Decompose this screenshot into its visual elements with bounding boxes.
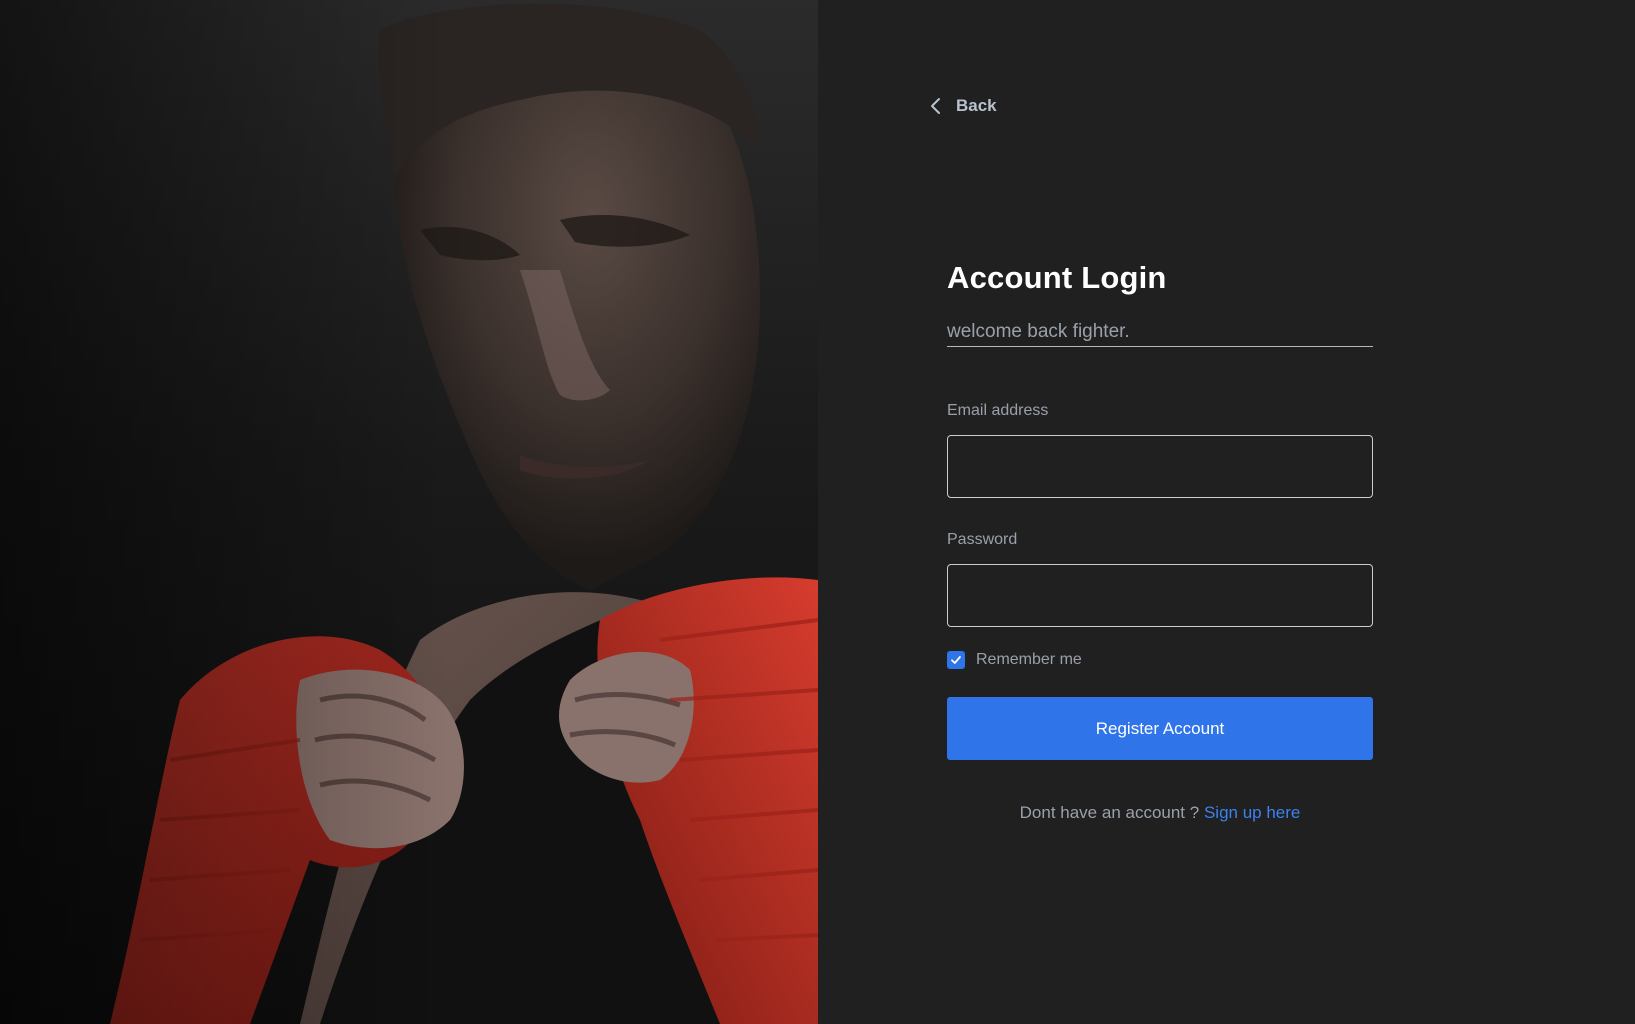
hero-image (0, 0, 818, 1024)
boxer-illustration (0, 0, 818, 1024)
signup-prompt: Dont have an account ? Sign up here (947, 803, 1373, 823)
remember-me-checkbox[interactable] (947, 651, 965, 669)
login-form: Account Login welcome back fighter. Emai… (947, 258, 1373, 823)
page-subtitle: welcome back fighter. (947, 320, 1373, 347)
back-link[interactable]: Back (928, 96, 997, 116)
signup-prompt-text: Dont have an account ? (1019, 803, 1200, 822)
check-icon (951, 656, 961, 664)
page-title: Account Login (947, 260, 1167, 295)
email-label: Email address (947, 402, 1049, 419)
register-account-button[interactable]: Register Account (947, 697, 1373, 760)
remember-me-toggle[interactable]: Remember me (947, 651, 1373, 669)
password-field[interactable] (947, 564, 1373, 627)
signup-link[interactable]: Sign up here (1204, 803, 1300, 822)
password-label: Password (947, 531, 1018, 548)
chevron-left-icon (928, 97, 944, 115)
email-field[interactable] (947, 435, 1373, 498)
remember-me-label: Remember me (976, 651, 1082, 668)
login-page: Back Account Login welcome back fighter.… (0, 0, 1635, 1024)
back-label: Back (956, 96, 997, 115)
